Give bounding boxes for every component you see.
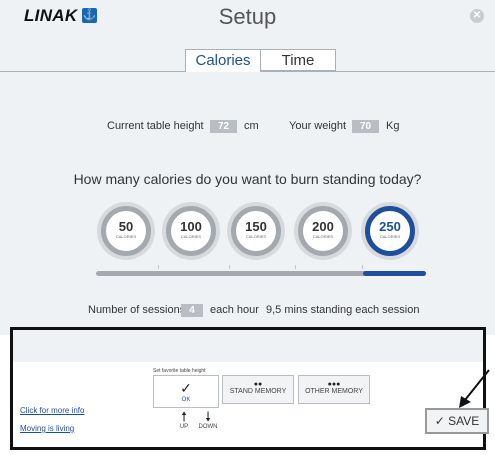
calorie-option-50[interactable]: 50 CALORIES (101, 206, 151, 256)
calorie-option-200[interactable]: 200 CALORIES (298, 206, 348, 256)
favorite-height-label: Set favorite table height (153, 368, 206, 374)
tab-calories[interactable]: Calories (185, 49, 261, 72)
down-button[interactable]: 🠗 DOWN (195, 410, 221, 440)
calorie-option-250[interactable]: 250 CALORIES (365, 206, 415, 256)
calorie-option-100[interactable]: 100 CALORIES (166, 206, 216, 256)
up-button[interactable]: 🠕 UP (174, 410, 194, 440)
slider-tick (362, 265, 363, 269)
calorie-unit: CALORIES (245, 234, 267, 239)
slider-tick (158, 265, 159, 269)
up-label: UP (179, 424, 189, 430)
save-label: SAVE (448, 414, 480, 428)
ok-label: OK (181, 397, 191, 403)
weight-unit: Kg (386, 120, 400, 132)
table-height-value: 72 (210, 120, 237, 133)
arrow-down-icon: 🠗 (205, 409, 211, 424)
tab-time[interactable]: Time (261, 49, 336, 71)
slider-tick (229, 265, 230, 269)
calories-question: How many calories do you want to burn st… (73, 171, 422, 187)
calorie-slider-fill[interactable] (363, 271, 426, 276)
sessions-frequency: each hour (210, 304, 259, 316)
stand-memory-label: STAND MEMORY (229, 388, 287, 395)
calorie-value: 50 (118, 219, 134, 234)
moving-is-living-link[interactable]: Moving is living (20, 424, 74, 433)
other-memory-label: OTHER MEMORY (305, 388, 363, 395)
checkmark-icon: ✓ (434, 414, 445, 428)
active-tab-gap (186, 71, 260, 72)
calorie-value: 200 (312, 219, 334, 234)
weight-value[interactable]: 70 (352, 120, 379, 133)
calorie-unit: CALORIES (312, 234, 334, 239)
stand-memory-icon: ●● (253, 381, 263, 388)
calorie-option-150[interactable]: 150 CALORIES (231, 206, 281, 256)
sessions-detail: 9,5 mins standing each session (266, 304, 420, 316)
control-bar-header (13, 330, 483, 362)
save-button[interactable]: ✓ SAVE (425, 408, 489, 434)
close-icon[interactable]: ✕ (470, 9, 484, 23)
calorie-unit: CALORIES (180, 234, 202, 239)
more-info-link[interactable]: Click for more info (20, 406, 84, 415)
calorie-unit: CALORIES (379, 234, 401, 239)
down-label: DOWN (198, 424, 218, 430)
table-height-label: Current table height (107, 120, 204, 132)
page-title: Setup (218, 4, 277, 29)
sessions-count: 4 (181, 304, 203, 317)
calorie-value: 150 (245, 219, 267, 234)
ok-button[interactable]: ✓ OK (153, 375, 219, 408)
sessions-label: Number of sessions (88, 304, 186, 316)
arrow-up-icon: 🠕 (181, 409, 187, 424)
calorie-value: 100 (180, 219, 202, 234)
stand-memory-button[interactable]: ●● STAND MEMORY (222, 375, 294, 404)
pointer-arrow-icon (459, 369, 490, 408)
checkmark-icon: ✓ (180, 380, 192, 396)
other-memory-icon: ●●● (327, 381, 341, 388)
table-height-unit: cm (244, 120, 259, 132)
other-memory-button[interactable]: ●●● OTHER MEMORY (298, 375, 370, 404)
slider-tick (295, 265, 296, 269)
calorie-unit: CALORIES (115, 234, 137, 239)
calorie-value: 250 (379, 219, 401, 234)
weight-label: Your weight (289, 120, 347, 132)
